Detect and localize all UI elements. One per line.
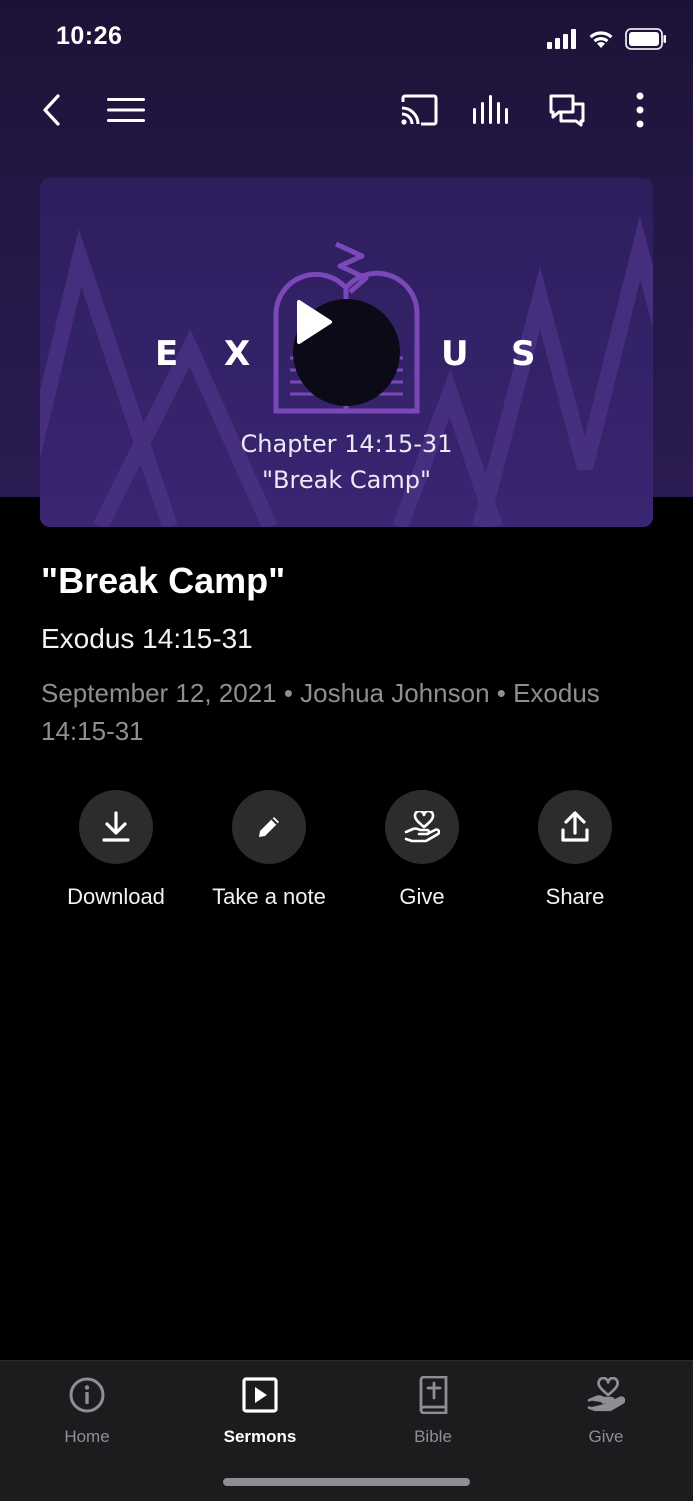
- status-bar: 10:26: [0, 0, 693, 80]
- cast-button[interactable]: [397, 88, 441, 132]
- status-icons: [547, 28, 667, 50]
- note-circle: [232, 790, 306, 864]
- share-circle: [538, 790, 612, 864]
- info-icon: [69, 1377, 105, 1413]
- sermon-meta: September 12, 2021 • Joshua Johnson • Ex…: [41, 678, 600, 746]
- pencil-icon: [259, 817, 279, 837]
- chevron-left-icon: [43, 94, 60, 126]
- audio-button[interactable]: [470, 88, 514, 132]
- chat-icon: [549, 94, 585, 127]
- battery-icon: [625, 28, 666, 50]
- hero-letter: E: [155, 334, 179, 374]
- signal-icon: [547, 29, 576, 49]
- share-button[interactable]: Share: [500, 790, 650, 910]
- action-label: Give: [399, 884, 445, 909]
- hero-subtitle: "Break Camp": [262, 466, 431, 494]
- chat-button[interactable]: [545, 88, 589, 132]
- hero-letter: U: [441, 334, 469, 374]
- action-label: Take a note: [212, 884, 326, 909]
- menu-button[interactable]: [104, 88, 148, 132]
- tab-give[interactable]: Give: [546, 1375, 666, 1447]
- action-label: Share: [545, 884, 605, 909]
- share-icon: [561, 811, 589, 842]
- sermon-artwork[interactable]: E X O D U S Chapter 14:15-31 "Break Camp…: [40, 178, 653, 527]
- hero-letter: X: [224, 334, 251, 374]
- take-note-button[interactable]: Take a note: [194, 790, 344, 910]
- back-button[interactable]: [30, 88, 74, 132]
- audio-bars-icon: [473, 95, 508, 124]
- give-circle: [385, 790, 459, 864]
- top-toolbar: [0, 80, 693, 140]
- tab-label: Sermons: [223, 1427, 297, 1446]
- bible-icon: [419, 1376, 448, 1414]
- more-button[interactable]: [618, 88, 662, 132]
- wifi-icon: [589, 31, 613, 48]
- action-row: Download Take a note Give Share: [0, 790, 693, 920]
- action-label: Download: [67, 884, 165, 909]
- sermon-title: "Break Camp": [41, 560, 286, 601]
- give-button[interactable]: Give: [347, 790, 497, 910]
- give-hand-icon: [404, 811, 440, 843]
- sermon-passage: Exodus 14:15-31: [41, 623, 253, 654]
- home-indicator[interactable]: [223, 1478, 470, 1486]
- play-button[interactable]: [293, 299, 400, 406]
- hero-letter: S: [511, 334, 536, 374]
- hamburger-icon: [107, 98, 145, 122]
- cast-icon: [401, 94, 438, 126]
- play-square-icon: [242, 1377, 278, 1413]
- download-icon: [102, 811, 130, 842]
- download-circle: [79, 790, 153, 864]
- tab-sermons[interactable]: Sermons: [200, 1375, 320, 1447]
- tab-label: Home: [64, 1427, 110, 1446]
- play-icon: [297, 300, 332, 344]
- tab-home[interactable]: Home: [27, 1375, 147, 1447]
- download-button[interactable]: Download: [41, 790, 191, 910]
- give-hand-icon: [587, 1377, 625, 1412]
- tab-bible[interactable]: Bible: [373, 1375, 493, 1447]
- tab-label: Bible: [414, 1427, 452, 1446]
- status-time: 10:26: [56, 22, 123, 50]
- hero-chapter: Chapter 14:15-31: [240, 430, 453, 458]
- more-vertical-icon: [636, 92, 644, 128]
- tab-label: Give: [588, 1427, 624, 1446]
